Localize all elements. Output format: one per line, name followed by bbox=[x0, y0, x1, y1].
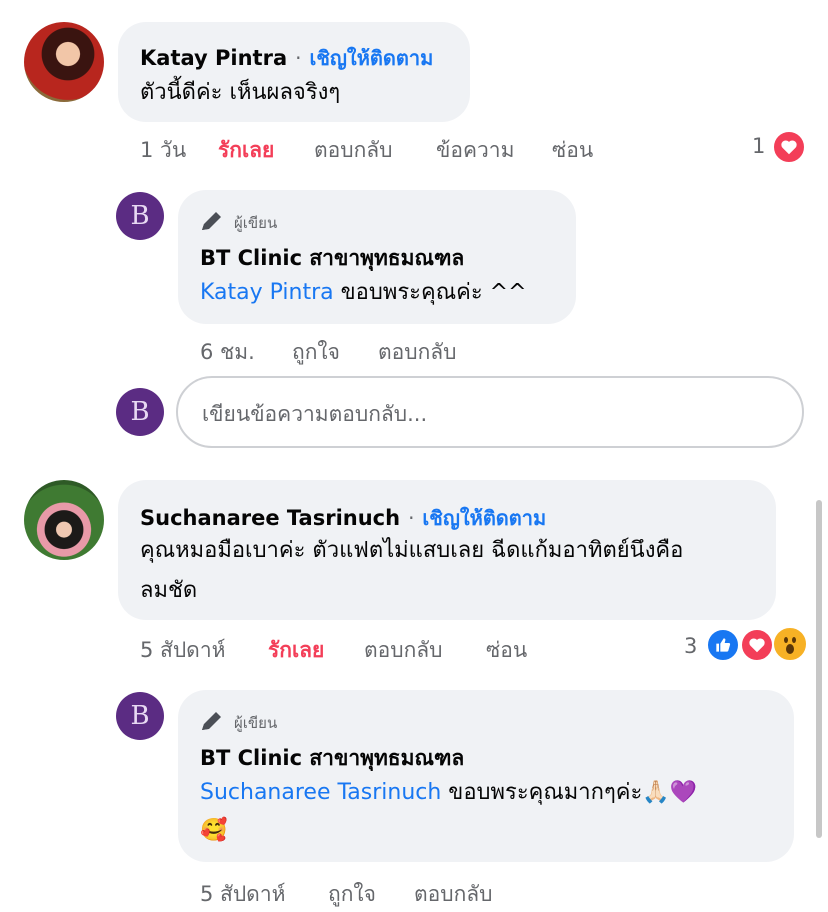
author-tag: ผู้เขียน bbox=[200, 210, 277, 236]
reply-author[interactable]: BT Clinic สาขาพุทธมณฑล bbox=[200, 242, 464, 275]
message-button[interactable]: ข้อความ bbox=[436, 134, 514, 167]
reply-button[interactable]: ตอบกลับ bbox=[414, 878, 493, 911]
reply-button[interactable]: ตอบกลับ bbox=[364, 634, 443, 667]
comment-bubble: Katay Pintra · เชิญให้ติดตาม ตัวนี้ดีค่ะ… bbox=[118, 22, 470, 122]
logo-letter: B bbox=[130, 701, 150, 731]
comment-time[interactable]: 1 วัน bbox=[140, 134, 186, 167]
mention-link[interactable]: Suchanaree Tasrinuch bbox=[200, 780, 441, 805]
bt-clinic-avatar[interactable]: B bbox=[116, 192, 164, 240]
reply-button[interactable]: ตอบกลับ bbox=[314, 134, 393, 167]
reply-time[interactable]: 6 ชม. bbox=[200, 336, 255, 369]
logo-letter: B bbox=[130, 397, 150, 427]
reply-message: ขอบพระคุณค่ะ ^^ bbox=[333, 280, 527, 305]
like-button[interactable]: ถูกใจ bbox=[292, 336, 340, 369]
avatar-suchanaree[interactable] bbox=[24, 480, 104, 560]
comment-text: ตัวนี้ดีค่ะ เห็นผลจริงๆ bbox=[140, 80, 341, 105]
hide-button[interactable]: ซ่อน bbox=[486, 634, 527, 667]
comment-text-line2: ลมชัด bbox=[140, 578, 198, 603]
author-tag-label: ผู้เขียน bbox=[234, 714, 278, 732]
pencil-icon bbox=[200, 710, 226, 736]
mention-link[interactable]: Katay Pintra bbox=[200, 280, 334, 305]
reply-bubble: ผู้เขียน BT Clinic สาขาพุทธมณฑล Katay Pi… bbox=[178, 190, 576, 324]
heart-reaction-icon[interactable] bbox=[772, 130, 806, 164]
reaction-count[interactable]: 1 bbox=[752, 134, 765, 158]
author-tag: ผู้เขียน bbox=[200, 710, 277, 736]
scrollbar[interactable] bbox=[816, 500, 822, 838]
comment-author[interactable]: Suchanaree Tasrinuch bbox=[140, 506, 400, 530]
reply-text-line2: 🥰 bbox=[200, 818, 228, 843]
comment-bubble: Suchanaree Tasrinuch · เชิญให้ติดตาม คุณ… bbox=[118, 480, 776, 620]
bt-clinic-avatar[interactable]: B bbox=[116, 388, 164, 436]
comment-author[interactable]: Katay Pintra bbox=[140, 46, 287, 70]
separator-dot: · bbox=[408, 506, 415, 530]
love-button[interactable]: รักเลย bbox=[218, 134, 274, 167]
reply-button[interactable]: ตอบกลับ bbox=[378, 336, 457, 369]
reply-bubble: ผู้เขียน BT Clinic สาขาพุทธมณฑล Suchanar… bbox=[178, 690, 794, 862]
like-button[interactable]: ถูกใจ bbox=[328, 878, 376, 911]
reply-input-placeholder: เขียนข้อความตอบกลับ... bbox=[202, 402, 428, 426]
like-reaction-icon[interactable] bbox=[706, 628, 740, 662]
separator-dot: · bbox=[295, 46, 302, 70]
comment-text-line1: คุณหมอมือเบาค่ะ ตัวแฟตไม่แสบเลย ฉีดแก้มอ… bbox=[140, 538, 684, 563]
reply-author[interactable]: BT Clinic สาขาพุทธมณฑล bbox=[200, 742, 464, 775]
avatar-katay[interactable] bbox=[24, 22, 104, 102]
hide-button[interactable]: ซ่อน bbox=[552, 134, 593, 167]
love-button[interactable]: รักเลย bbox=[268, 634, 324, 667]
reply-text: Suchanaree Tasrinuch ขอบพระคุณมากๆค่ะ🙏🏻💜 bbox=[200, 774, 697, 812]
bt-clinic-avatar[interactable]: B bbox=[116, 692, 164, 740]
reply-message: ขอบพระคุณมากๆค่ะ🙏🏻💜 bbox=[441, 780, 698, 805]
wow-reaction-icon[interactable] bbox=[772, 626, 808, 662]
pencil-icon bbox=[200, 210, 226, 236]
author-tag-label: ผู้เขียน bbox=[234, 214, 278, 232]
reaction-count[interactable]: 3 bbox=[684, 634, 697, 658]
reply-time[interactable]: 5 สัปดาห์ bbox=[200, 878, 285, 911]
comment-time[interactable]: 5 สัปดาห์ bbox=[140, 634, 225, 667]
reply-input[interactable]: เขียนข้อความตอบกลับ... bbox=[176, 376, 804, 448]
reply-text: Katay Pintra ขอบพระคุณค่ะ ^^ bbox=[200, 274, 527, 312]
invite-follow-link[interactable]: เชิญให้ติดตาม bbox=[422, 502, 546, 534]
logo-letter: B bbox=[130, 201, 150, 231]
heart-reaction-icon[interactable] bbox=[740, 628, 774, 662]
invite-follow-link[interactable]: เชิญให้ติดตาม bbox=[309, 42, 433, 74]
